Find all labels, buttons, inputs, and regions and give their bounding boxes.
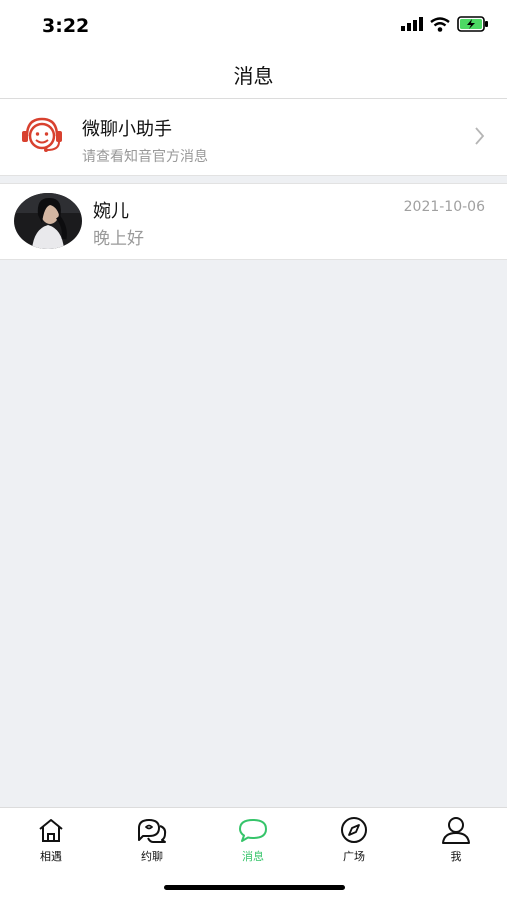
tab-label: 消息 <box>242 850 264 863</box>
status-time: 3:22 <box>42 15 90 37</box>
tab-label: 我 <box>450 850 462 863</box>
tab-label: 相遇 <box>40 850 62 863</box>
tab-label: 约聊 <box>141 850 163 863</box>
tab-messages[interactable]: 消息 <box>223 816 283 864</box>
assistant-row[interactable]: 微聊小助手 请查看知音官方消息 <box>0 99 507 176</box>
signal-icon <box>401 17 423 31</box>
home-icon <box>39 819 63 842</box>
tab-date-chat[interactable]: 约聊 <box>122 816 182 864</box>
status-icons <box>401 16 489 32</box>
tab-square[interactable]: 广场 <box>324 816 384 864</box>
chevron-right-icon <box>475 127 485 145</box>
tab-label: 广场 <box>343 850 365 863</box>
tab-meet[interactable]: 相遇 <box>21 816 81 864</box>
conversation-preview: 晚上好 <box>93 229 144 249</box>
tab-me[interactable]: 我 <box>426 816 486 864</box>
battery-charging-icon <box>457 16 488 32</box>
navigation-bar: 消息 <box>0 52 507 99</box>
person-icon <box>442 817 470 844</box>
page-title: 消息 <box>233 64 274 88</box>
avatar <box>14 193 82 249</box>
conversation-name: 婉儿 <box>93 201 129 222</box>
home-indicator <box>164 885 345 890</box>
conversation-date: 2021-10-06 <box>403 199 485 215</box>
assistant-title: 微聊小助手 <box>82 119 172 140</box>
compass-icon <box>341 817 367 843</box>
conversation-row[interactable]: 婉儿 晚上好 2021-10-06 <box>0 183 507 260</box>
wifi-icon <box>430 16 450 32</box>
status-bar: 3:22 <box>0 0 507 52</box>
assistant-subtitle: 请查看知音官方消息 <box>82 149 208 165</box>
chat-bubbles-icon <box>138 819 167 843</box>
message-icon <box>239 819 267 842</box>
headset-smiley-icon <box>22 117 62 152</box>
